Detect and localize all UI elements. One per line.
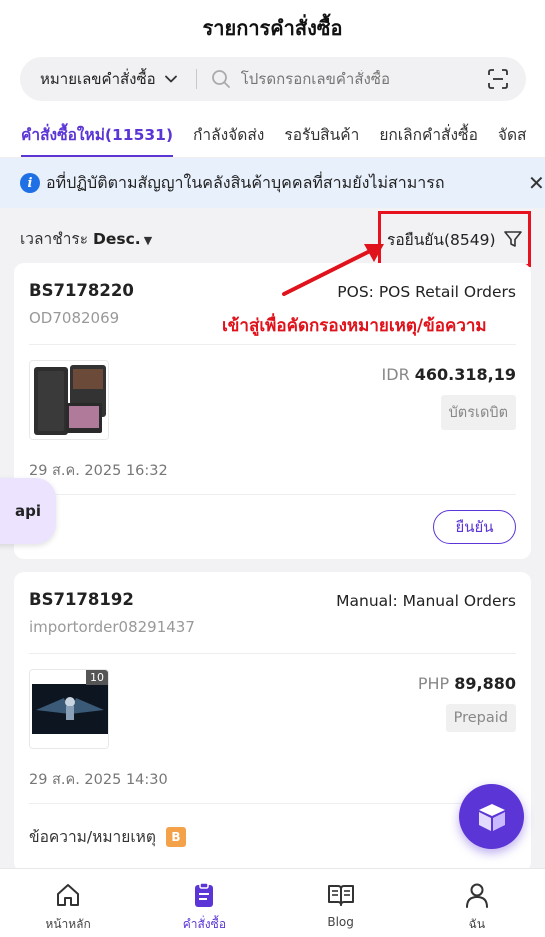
notice-text: อที่ปฏิบัติตามสัญญาในคลังสินค้าบุคคลที่ส… (46, 172, 445, 192)
order-amount: IDR 460.318,19 (382, 365, 516, 384)
product-thumbnail[interactable]: 10 (29, 669, 109, 749)
tab-awaiting-pickup[interactable]: รอรับสินค้า (284, 118, 359, 157)
currency: PHP (417, 674, 450, 693)
order-number: BS7178220 (29, 281, 134, 300)
nav-label: Blog (327, 915, 354, 929)
search-divider (195, 69, 197, 89)
sort-dropdown[interactable]: เวลาชำระ Desc. ▼ (20, 226, 152, 251)
tab-new-orders[interactable]: คำสั่งซื้อใหม่(11531) (21, 118, 174, 157)
scan-icon[interactable] (486, 67, 510, 91)
order-amount: PHP 89,880 (418, 674, 516, 693)
divider (29, 494, 516, 495)
amount: 89,880 (454, 674, 516, 693)
order-number: BS7178192 (29, 590, 134, 609)
order-note-row[interactable]: ข้อความ/หมายเหตุ B (29, 824, 186, 849)
info-icon: i (20, 173, 40, 193)
user-icon (465, 883, 488, 908)
nav-item-blog[interactable]: Blog (273, 869, 409, 937)
order-sub-id: importorder08291437 (29, 618, 195, 636)
divider (29, 803, 516, 804)
clipboard-icon (195, 882, 214, 907)
tab-more[interactable]: จัดส (498, 118, 527, 157)
close-icon[interactable]: ✕ (528, 171, 545, 195)
search-icon (211, 70, 230, 88)
note-label: ข้อความ/หมายเหตุ (29, 828, 156, 846)
book-icon (327, 885, 354, 906)
caret-down-icon: ▼ (143, 234, 153, 247)
divider (29, 653, 516, 654)
package-fab-button[interactable] (459, 784, 524, 849)
annotation-text: เข้าสู่เพื่อคัดกรองหมายเหตุ/ข้อความ (222, 316, 487, 336)
sort-label: เวลาชำระ (20, 230, 89, 248)
payment-method-badge: บัตรเดบิต (440, 395, 516, 430)
nav-label: คำสั่งซื้อ (182, 917, 227, 931)
order-card[interactable]: BS7178192 importorder08291437 Manual: Ma… (14, 572, 531, 872)
currency: IDR (381, 365, 410, 384)
status-filter-button[interactable]: รอยืนยัน(8549) (378, 211, 531, 267)
nav-item-orders[interactable]: คำสั่งซื้อ (136, 869, 272, 937)
search-input[interactable] (240, 70, 486, 88)
tab-shipping[interactable]: กำลังจัดส่ง (193, 118, 264, 157)
divider (29, 344, 516, 345)
nav-item-me[interactable]: ฉัน (409, 869, 545, 937)
confirm-button[interactable]: ยืนยัน (433, 510, 516, 544)
order-status-tabs: คำสั่งซื้อใหม่(11531) กำลังจัดส่ง รอรับส… (0, 118, 545, 158)
filter-label: รอยืนยัน(8549) (387, 230, 496, 249)
page-title: รายการคำสั่งซื้อ (202, 16, 343, 40)
chevron-down-icon (164, 75, 177, 83)
notice-banner: i อที่ปฏิบัติตามสัญญาในคลังสินค้าบุคคลที… (0, 158, 545, 208)
amount: 460.318,19 (414, 365, 516, 384)
bottom-nav: หน้าหลัก คำสั่งซื้อ Blog ฉัน (0, 868, 545, 937)
nav-label: ฉัน (468, 917, 486, 931)
search-type-select[interactable]: หมายเลขคำสั่งซื้อ (20, 67, 178, 91)
order-sub-id: OD7082069 (29, 309, 120, 327)
order-card[interactable]: BS7178220 OD7082069 POS: POS Retail Orde… (14, 263, 531, 559)
quantity-badge: 10 (86, 670, 108, 685)
nav-item-home[interactable]: หน้าหลัก (0, 869, 136, 937)
order-date: 29 ส.ค. 2025 14:30 (29, 772, 168, 788)
api-floating-button[interactable]: api (0, 478, 56, 544)
note-badge: B (165, 826, 186, 847)
annotation-arrow-icon (282, 244, 384, 296)
top-bar: รายการคำสั่งซื้อ หมายเลขคำสั่งซื้อ คำสั่… (0, 0, 545, 158)
search-bar: หมายเลขคำสั่งซื้อ (20, 57, 526, 101)
sort-order: Desc. (93, 230, 141, 248)
search-type-label: หมายเลขคำสั่งซื้อ (40, 70, 156, 88)
nav-label: หน้าหลัก (45, 917, 91, 931)
payment-method-badge: Prepaid (445, 704, 516, 732)
box-icon (478, 803, 505, 831)
product-thumbnail[interactable] (29, 360, 109, 440)
order-channel: Manual: Manual Orders (336, 592, 516, 610)
phone-case-image (30, 361, 108, 439)
home-icon (57, 884, 80, 906)
tab-cancelled[interactable]: ยกเลิกคำสั่งซื้อ (379, 118, 478, 157)
filter-icon (503, 231, 522, 247)
sort-filter-bar: เวลาชำระ Desc. ▼ รอยืนยัน(8549) (0, 208, 545, 267)
order-date: 29 ส.ค. 2025 16:32 (29, 463, 168, 479)
